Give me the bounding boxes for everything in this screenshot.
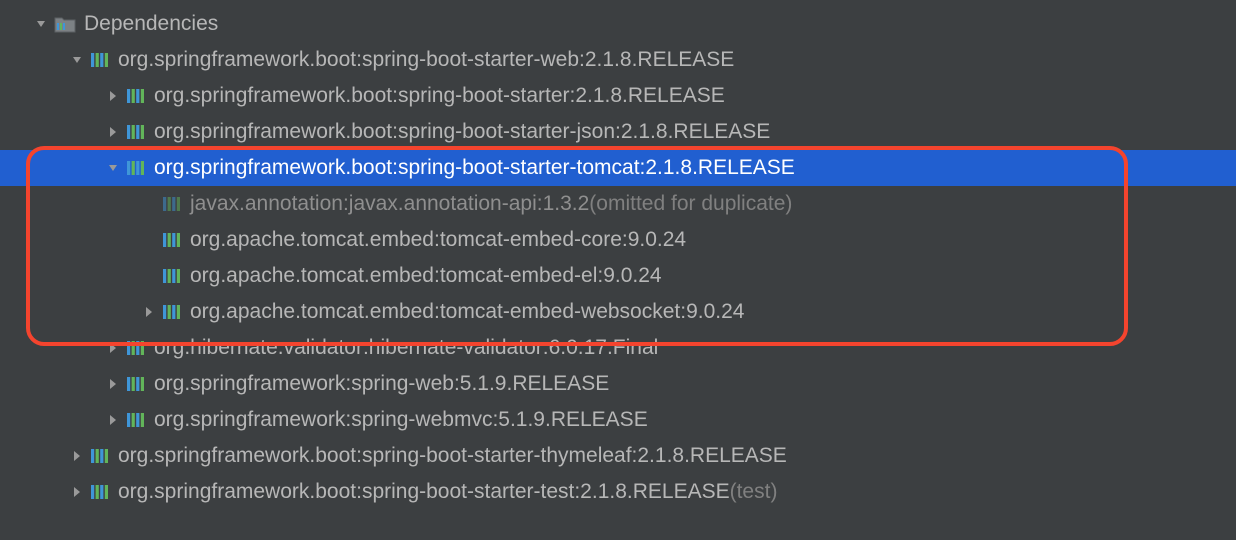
tree-root-label: Dependencies (84, 12, 218, 36)
tree-item-label: javax.annotation:javax.annotation-api:1.… (190, 192, 589, 216)
tree-item-label: org.springframework:spring-webmvc:5.1.9.… (154, 408, 648, 432)
tree-item-label: org.apache.tomcat.embed:tomcat-embed-cor… (190, 228, 686, 252)
library-icon (162, 266, 182, 286)
tree-item-label: org.hibernate.validator:hibernate-valida… (154, 336, 658, 360)
tree-item-label: org.springframework.boot:spring-boot-sta… (154, 156, 795, 180)
library-icon (126, 158, 146, 178)
tree-item-label: org.apache.tomcat.embed:tomcat-embed-el:… (190, 264, 662, 288)
tree-item[interactable]: org.springframework.boot:spring-boot-sta… (0, 474, 1236, 510)
tree-item-label: org.springframework.boot:spring-boot-sta… (154, 120, 770, 144)
tree-root-row[interactable]: Dependencies (0, 6, 1236, 42)
library-icon (90, 446, 110, 466)
chevron-down-icon[interactable] (34, 18, 48, 30)
tree-item[interactable]: org.springframework:spring-web:5.1.9.REL… (0, 366, 1236, 402)
tree-item[interactable]: org.springframework.boot:spring-boot-sta… (0, 114, 1236, 150)
tree-item[interactable]: org.hibernate.validator:hibernate-valida… (0, 330, 1236, 366)
chevron-right-icon[interactable] (106, 414, 120, 426)
chevron-right-icon[interactable] (106, 126, 120, 138)
chevron-right-icon[interactable] (70, 486, 84, 498)
tree-item-label: org.springframework.boot:spring-boot-sta… (154, 84, 725, 108)
library-icon (90, 482, 110, 502)
library-icon (126, 122, 146, 142)
library-icon (162, 230, 182, 250)
library-icon (162, 302, 182, 322)
tree-item-label: org.springframework:spring-web:5.1.9.REL… (154, 372, 609, 396)
tree-item[interactable]: org.apache.tomcat.embed:tomcat-embed-el:… (0, 258, 1236, 294)
tree-item-label: org.springframework.boot:spring-boot-sta… (118, 48, 734, 72)
tree-item[interactable]: org.springframework.boot:spring-boot-sta… (0, 150, 1236, 186)
chevron-right-icon[interactable] (106, 378, 120, 390)
library-icon (126, 410, 146, 430)
tree-item[interactable]: org.apache.tomcat.embed:tomcat-embed-web… (0, 294, 1236, 330)
tree-item-label: org.springframework.boot:spring-boot-sta… (118, 444, 787, 468)
library-icon (126, 374, 146, 394)
tree-item[interactable]: org.springframework.boot:spring-boot-sta… (0, 42, 1236, 78)
tree-item[interactable]: javax.annotation:javax.annotation-api:1.… (0, 186, 1236, 222)
tree-item-suffix: (test) (730, 480, 778, 504)
tree-item[interactable]: org.springframework.boot:spring-boot-sta… (0, 438, 1236, 474)
tree-item[interactable]: org.springframework:spring-webmvc:5.1.9.… (0, 402, 1236, 438)
folder-icon (54, 15, 76, 33)
tree-item[interactable]: org.springframework.boot:spring-boot-sta… (0, 78, 1236, 114)
tree-item-label: org.apache.tomcat.embed:tomcat-embed-web… (190, 300, 744, 324)
tree-item-suffix: (omitted for duplicate) (589, 192, 792, 216)
tree-item[interactable]: org.apache.tomcat.embed:tomcat-embed-cor… (0, 222, 1236, 258)
chevron-down-icon[interactable] (106, 162, 120, 174)
chevron-right-icon[interactable] (142, 306, 156, 318)
dependency-tree: Dependencies org.springframework.boot:sp… (0, 0, 1236, 510)
library-icon (90, 50, 110, 70)
chevron-right-icon[interactable] (106, 342, 120, 354)
chevron-down-icon[interactable] (70, 54, 84, 66)
library-icon (126, 86, 146, 106)
library-icon (162, 194, 182, 214)
chevron-right-icon[interactable] (70, 450, 84, 462)
library-icon (126, 338, 146, 358)
tree-item-label: org.springframework.boot:spring-boot-sta… (118, 480, 730, 504)
chevron-right-icon[interactable] (106, 90, 120, 102)
